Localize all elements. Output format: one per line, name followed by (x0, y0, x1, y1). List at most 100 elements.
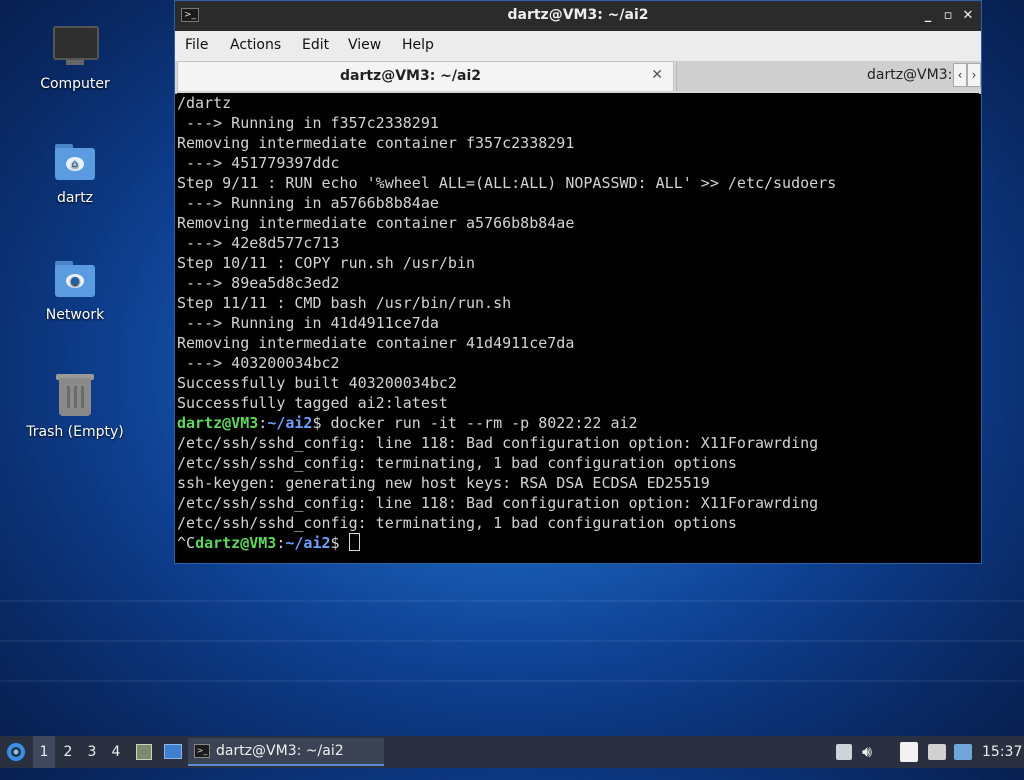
taskbar: 1 2 3 4 >_ dartz@VM3: ~/ai2 🔊︎ 15:37 (0, 736, 1024, 768)
terminal-text: ---> Running in f357c2338291 (177, 114, 439, 132)
taskbar-task-terminal[interactable]: >_ dartz@VM3: ~/ai2 (188, 738, 384, 766)
update-icon[interactable] (836, 744, 852, 760)
terminal-text: /etc/ssh/sshd_config: line 118: Bad conf… (177, 494, 819, 512)
terminal-line: Step 11/11 : CMD bash /usr/bin/run.sh (177, 293, 979, 313)
display-icon[interactable] (928, 744, 946, 760)
volume-icon[interactable]: 🔊︎ (862, 736, 882, 768)
terminal-text: Removing intermediate container 41d4911c… (177, 334, 575, 352)
menu-help[interactable]: Help (402, 37, 434, 53)
menu-edit[interactable]: Edit (302, 37, 329, 53)
terminal-output[interactable]: /dartz ---> Running in f357c2338291 Remov… (177, 93, 979, 563)
terminal-line: /etc/ssh/sshd_config: line 118: Bad conf… (177, 493, 979, 513)
prompt-path: ~/ai2 (267, 414, 313, 432)
terminal-line: dartz@VM3:~/ai2$ docker run -it --rm -p … (177, 413, 979, 433)
desktop-icon-trash[interactable]: Trash (Empty) (20, 374, 130, 440)
terminal-line: Removing intermediate container f357c233… (177, 133, 979, 153)
terminal-text: /etc/ssh/sshd_config: terminating, 1 bad… (177, 454, 737, 472)
terminal-line: ^Cdartz@VM3:~/ai2$ (177, 533, 979, 553)
prompt-symbol: $ (330, 534, 349, 552)
home-folder-icon: ⌂ (53, 140, 97, 184)
terminal-line: /etc/ssh/sshd_config: line 118: Bad conf… (177, 433, 979, 453)
prompt-prefix: ^C (177, 534, 196, 552)
clock[interactable]: 15:37 (982, 736, 1022, 768)
prompt-user: dartz@VM3 (195, 534, 277, 552)
menu-file[interactable]: File (185, 37, 208, 53)
terminal-line: /etc/ssh/sshd_config: terminating, 1 bad… (177, 453, 979, 473)
terminal-text: Removing intermediate container f357c233… (177, 134, 575, 152)
prompt-colon: : (258, 414, 268, 432)
terminal-line: ---> 451779397ddc (177, 153, 979, 173)
tab-bar: dartz@VM3: ~/ai2 ✕ dartz@VM3: ~/ai2 ‹ › (175, 61, 981, 94)
terminal-text: Successfully tagged ai2:latest (177, 394, 448, 412)
tab-scroll-right-icon[interactable]: › (967, 63, 981, 87)
desktop-icon-label: Trash (Empty) (26, 424, 124, 440)
terminal-line: /dartz (177, 93, 979, 113)
workspace-4[interactable]: 4 (105, 736, 127, 768)
menu-actions[interactable]: Actions (230, 37, 281, 53)
terminal-text: /etc/ssh/sshd_config: line 118: Bad conf… (177, 434, 819, 452)
tab-active[interactable]: dartz@VM3: ~/ai2 ✕ (177, 61, 674, 91)
prompt-user: dartz@VM3 (177, 414, 259, 432)
terminal-text: ---> Running in a5766b8b84ae (177, 194, 439, 212)
terminal-text: docker run -it --rm -p 8022:22 ai2 (330, 414, 638, 432)
minimize-icon[interactable]: _ (918, 6, 938, 26)
workspace-3[interactable]: 3 (81, 736, 103, 768)
terminal-text: Successfully built 403200034bc2 (177, 374, 457, 392)
terminal-text: Step 9/11 : RUN echo '%wheel ALL=(ALL:AL… (177, 174, 837, 192)
terminal-line: Step 9/11 : RUN echo '%wheel ALL=(ALL:AL… (177, 173, 979, 193)
tab-inactive[interactable]: dartz@VM3: ~/ai2 ‹ › (676, 61, 981, 91)
terminal-text: /etc/ssh/sshd_config: terminating, 1 bad… (177, 514, 737, 532)
terminal-text: Step 10/11 : COPY run.sh /usr/bin (177, 254, 476, 272)
tab-label: dartz@VM3: ~/ai2 (339, 68, 482, 84)
terminal-line: ---> Running in f357c2338291 (177, 113, 979, 133)
show-desktop-icon[interactable] (134, 736, 154, 768)
workspace-2[interactable]: 2 (57, 736, 79, 768)
prompt-path: ~/ai2 (285, 534, 331, 552)
terminal-text: Step 11/11 : CMD bash /usr/bin/run.sh (177, 294, 512, 312)
terminal-text: ssh-keygen: generating new host keys: RS… (177, 474, 710, 492)
tab-close-icon[interactable]: ✕ (651, 67, 663, 83)
task-label: dartz@VM3: ~/ai2 (216, 743, 344, 759)
text-cursor (348, 533, 360, 551)
desktop-icon-home[interactable]: ⌂ dartz (20, 140, 130, 206)
terminal-text: ---> 451779397ddc (177, 154, 340, 172)
desktop-icon-label: Computer (40, 76, 110, 92)
terminal-line: Removing intermediate container 41d4911c… (177, 333, 979, 353)
terminal-text: ---> 42e8d577c713 (177, 234, 340, 252)
app-menu-button[interactable] (4, 736, 28, 768)
window-icon[interactable] (162, 736, 184, 768)
terminal-icon: >_ (194, 744, 210, 758)
workspace-1[interactable]: 1 (33, 736, 55, 768)
terminal-text: ---> 403200034bc2 (177, 354, 340, 372)
terminal-line: ---> 89ea5d8c3ed2 (177, 273, 979, 293)
terminal-line: Step 10/11 : COPY run.sh /usr/bin (177, 253, 979, 273)
terminal-line: ---> 403200034bc2 (177, 353, 979, 373)
window-title: dartz@VM3: ~/ai2 (507, 7, 649, 23)
close-icon[interactable]: ✕ (958, 6, 978, 26)
desktop-icon-label: dartz (56, 190, 94, 206)
clipboard-icon[interactable] (900, 742, 918, 762)
terminal-text: ---> 89ea5d8c3ed2 (177, 274, 340, 292)
tab-scroll-left-icon[interactable]: ‹ (953, 63, 967, 87)
network-folder-icon: ● (53, 257, 97, 301)
terminal-line: ---> 42e8d577c713 (177, 233, 979, 253)
whisker-menu-icon (7, 743, 25, 761)
trash-icon (53, 374, 97, 418)
terminal-window[interactable]: >_ dartz@VM3: ~/ai2 _ ▫ ✕ File Actions E… (174, 0, 982, 564)
prompt-symbol: $ (312, 414, 331, 432)
menu-view[interactable]: View (348, 37, 381, 53)
terminal-line: ssh-keygen: generating new host keys: RS… (177, 473, 979, 493)
desktop-icon-label: Network (45, 307, 105, 323)
menubar: File Actions Edit View Help (175, 31, 981, 61)
desktop-icon-computer[interactable]: Computer (20, 22, 130, 92)
terminal-line: Removing intermediate container a5766b8b… (177, 213, 979, 233)
terminal-line: ---> Running in a5766b8b84ae (177, 193, 979, 213)
terminal-line: Successfully built 403200034bc2 (177, 373, 979, 393)
desktop-icon-network[interactable]: ● Network (20, 257, 130, 323)
terminal-line: Successfully tagged ai2:latest (177, 393, 979, 413)
terminal-text: ---> Running in 41d4911ce7da (177, 314, 439, 332)
network-icon[interactable] (954, 744, 972, 760)
computer-icon (53, 26, 99, 70)
window-titlebar[interactable]: >_ dartz@VM3: ~/ai2 _ ▫ ✕ (175, 1, 981, 31)
maximize-icon[interactable]: ▫ (938, 6, 958, 26)
